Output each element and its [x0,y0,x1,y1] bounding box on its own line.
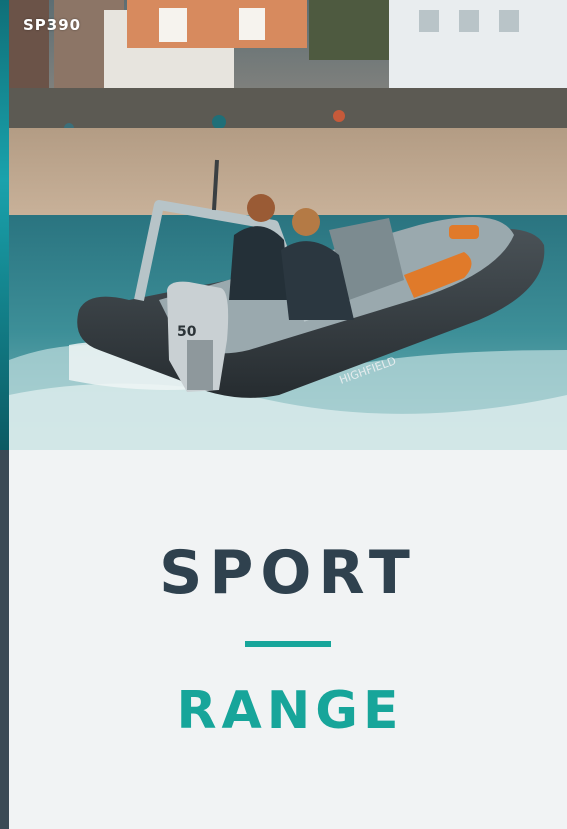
edge-stripe-slate [0,450,9,829]
title-divider [245,641,331,647]
engine-label: 50 [177,324,197,340]
boat-photo-illustration: 50 HIGHFIELD [9,0,567,450]
brochure-cover: 50 HIGHFIELD SP390 SPORT RANGE [0,0,567,829]
range-subtitle: RANGE [176,681,404,741]
model-tag: SP390 [23,16,82,34]
hero-photo: 50 HIGHFIELD [9,0,567,450]
range-title: SPORT [159,538,417,608]
edge-stripe-teal [0,0,9,450]
title-panel [9,450,567,829]
